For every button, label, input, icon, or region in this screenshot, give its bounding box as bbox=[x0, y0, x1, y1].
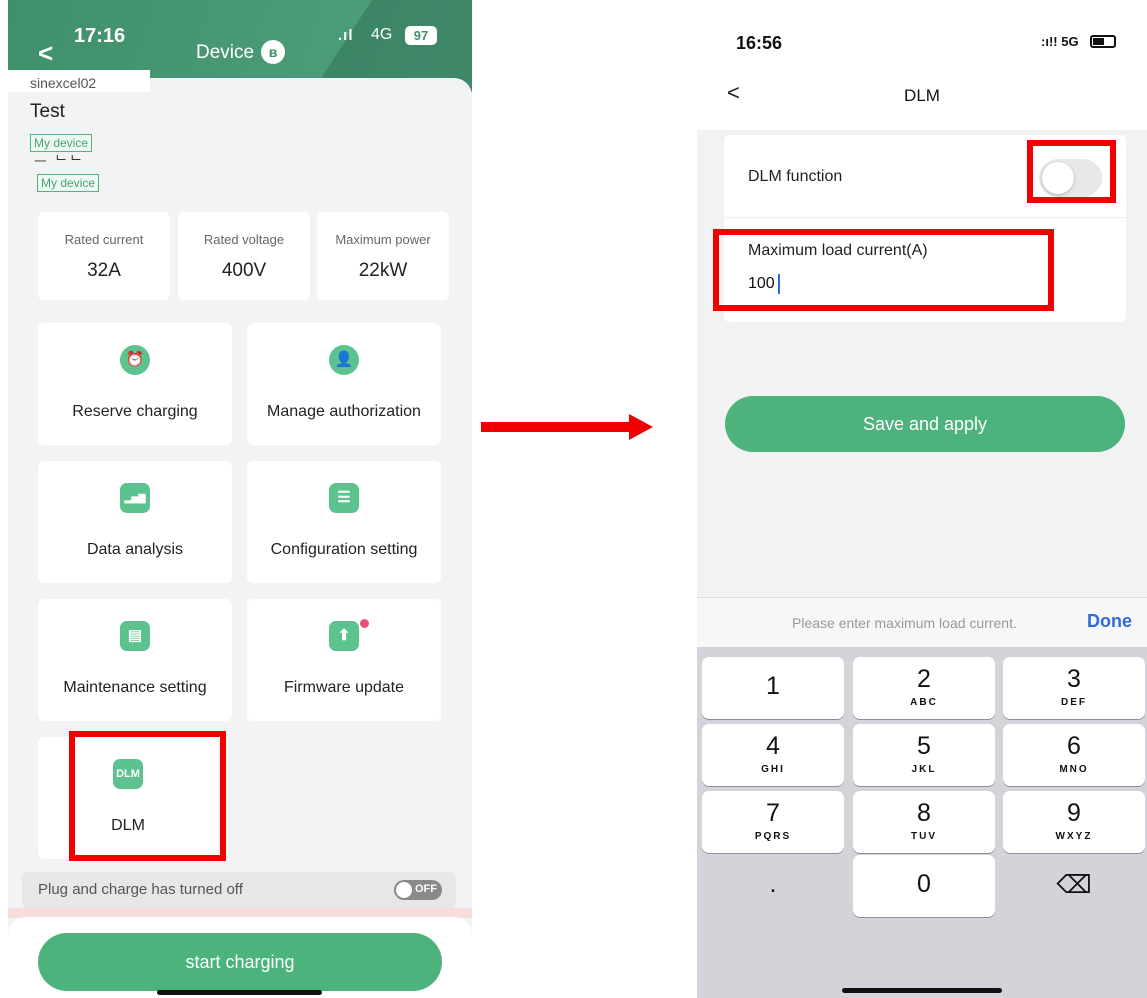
toggle-state: OFF bbox=[415, 883, 437, 895]
key-9[interactable]: 9 WXYZ bbox=[1003, 791, 1145, 853]
plug-and-charge-text: Plug and charge has turned off bbox=[38, 881, 243, 898]
rated-current-stat: Rated current 32A bbox=[38, 212, 170, 300]
key-7[interactable]: 7 PQRS bbox=[702, 791, 844, 853]
stat-value: 32A bbox=[87, 260, 121, 281]
keyboard-toolbar: Please enter maximum load current. Done bbox=[697, 597, 1147, 647]
card-label: Configuration setting bbox=[270, 541, 418, 558]
backspace-icon[interactable]: ⌫ bbox=[1003, 855, 1145, 917]
stat-value: 400V bbox=[221, 260, 267, 281]
battery-icon: 97 bbox=[405, 26, 437, 45]
sliders-icon: ☰ bbox=[329, 483, 359, 513]
dlm-top-bar bbox=[697, 0, 1147, 130]
numeric-keypad: 1 2 ABC 3 DEF 4 GHI 5 JKL 6 MNO 7 PQRS 8 TUV 9W… bbox=[697, 647, 1147, 998]
dlm-toggle-highlight-box bbox=[1027, 140, 1116, 203]
notification-dot bbox=[360, 619, 369, 628]
plug-and-charge-toggle[interactable]: OFF bbox=[394, 880, 442, 900]
key-4[interactable]: 4 GHI bbox=[702, 724, 844, 786]
key-1[interactable]: 1 bbox=[702, 657, 844, 719]
key-2[interactable]: 2 ABC bbox=[853, 657, 995, 719]
home-indicator bbox=[157, 990, 322, 995]
maintenance-setting-card[interactable]: ▤ Maintenance setting bbox=[38, 599, 232, 721]
my-device-tag: My device bbox=[30, 134, 93, 152]
card-label: Reserve charging bbox=[72, 403, 198, 420]
bar-chart-icon: ▂▅▇ bbox=[120, 483, 150, 513]
plug-and-charge-bar: Plug and charge has turned off OFF bbox=[22, 872, 456, 908]
max-load-highlight-box bbox=[713, 229, 1054, 311]
network-status: :ı!! 5G bbox=[1041, 34, 1079, 49]
toggle-knob bbox=[396, 882, 412, 898]
key-5[interactable]: 5 JKL bbox=[853, 724, 995, 786]
screenshot-canvas: < 17:16 Device ʙ .ıl 4G 97 sinexcel02 Te… bbox=[0, 0, 1147, 998]
my-device-tag-secondary: My device bbox=[37, 174, 100, 192]
card-label: Data analysis bbox=[86, 541, 184, 558]
bluetooth-icon[interactable]: ʙ bbox=[261, 40, 285, 64]
card-label: Manage authorization bbox=[267, 403, 421, 420]
start-charging-button[interactable]: start charging bbox=[38, 933, 442, 991]
signal-icon: .ıl bbox=[338, 27, 354, 44]
key-3[interactable]: 3 DEF bbox=[1003, 657, 1145, 719]
manage-authorization-card[interactable]: 👤 Manage authorization bbox=[247, 323, 441, 445]
device-name: Test bbox=[30, 101, 65, 122]
divider bbox=[724, 217, 1126, 218]
user-gear-icon: 👤 bbox=[329, 345, 359, 375]
done-button[interactable]: Done bbox=[1087, 611, 1132, 632]
key-6[interactable]: 6 MNO bbox=[1003, 724, 1145, 786]
back-button[interactable]: < bbox=[38, 38, 53, 69]
page-title: DLM bbox=[904, 86, 940, 105]
overlap-text: ᅳ ᄂᄂ bbox=[34, 153, 85, 169]
upload-arrow-icon: ⬆ bbox=[329, 621, 359, 651]
save-and-apply-button[interactable]: Save and apply bbox=[725, 396, 1125, 452]
stat-label: Rated current bbox=[64, 232, 144, 247]
firmware-update-card[interactable]: ⬆ Firmware update bbox=[247, 599, 441, 721]
flow-arrow-head bbox=[629, 414, 653, 440]
home-indicator bbox=[842, 988, 1002, 993]
alarm-clock-icon: ⏰ bbox=[120, 345, 150, 375]
configuration-setting-card[interactable]: ☰ Configuration setting bbox=[247, 461, 441, 583]
key-decimal[interactable]: . bbox=[702, 855, 844, 917]
rated-voltage-stat: Rated voltage 400V bbox=[178, 212, 310, 300]
flow-arrow-shaft bbox=[481, 422, 631, 432]
card-label: Firmware update bbox=[283, 679, 405, 696]
reserve-charging-card[interactable]: ⏰ Reserve charging bbox=[38, 323, 232, 445]
status-time: 16:56 bbox=[736, 33, 783, 53]
keyboard-hint: Please enter maximum load current. bbox=[792, 615, 1017, 631]
key-8[interactable]: 8 TUV bbox=[853, 791, 995, 853]
key-0[interactable]: 0 bbox=[853, 855, 995, 917]
page-title: Device bbox=[196, 42, 255, 63]
battery-icon bbox=[1090, 35, 1116, 48]
network-type: 4G bbox=[371, 26, 393, 43]
status-time: 17:16 bbox=[74, 25, 126, 47]
dlm-function-label: DLM function bbox=[748, 168, 843, 185]
device-id: sinexcel02 bbox=[30, 75, 97, 91]
maintenance-screen-icon: ▤ bbox=[120, 621, 150, 651]
stat-label: Maximum power bbox=[335, 232, 431, 247]
data-analysis-card[interactable]: ▂▅▇ Data analysis bbox=[38, 461, 232, 583]
stat-label: Rated voltage bbox=[203, 232, 285, 247]
maximum-power-stat: Maximum power 22kW bbox=[317, 212, 449, 300]
card-label: Maintenance setting bbox=[63, 679, 207, 696]
dlm-highlight-box bbox=[69, 731, 226, 861]
stat-value: 22kW bbox=[358, 260, 408, 281]
